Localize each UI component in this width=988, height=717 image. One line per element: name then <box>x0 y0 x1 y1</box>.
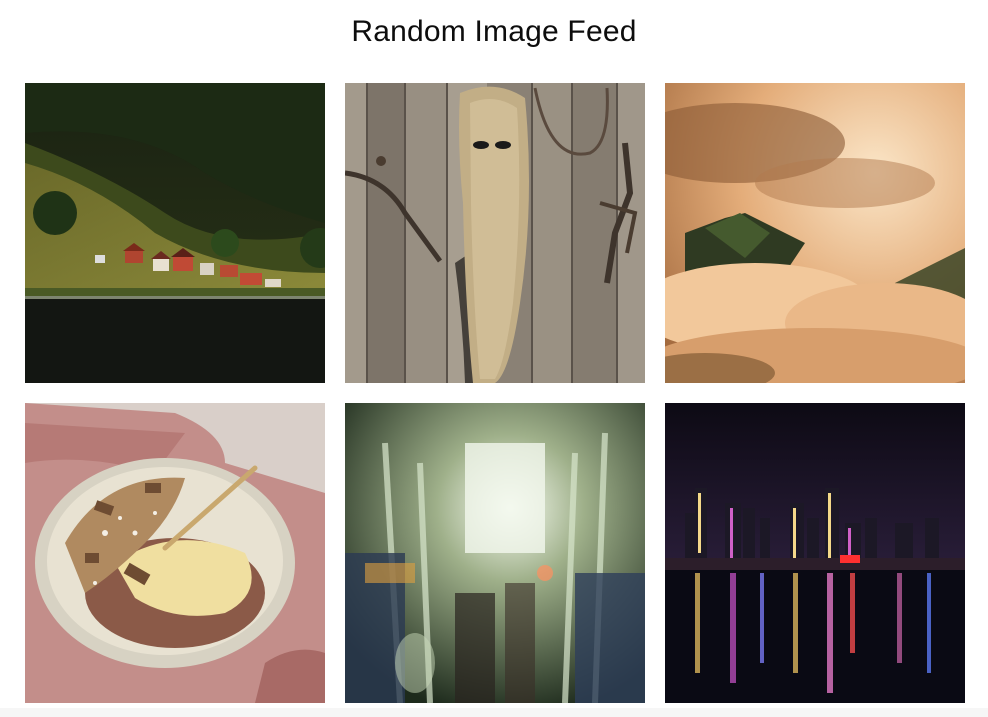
bottom-strip <box>0 708 988 717</box>
feed-image-clouds-mountain[interactable] <box>665 83 965 383</box>
feed-image-city-night[interactable] <box>665 403 965 703</box>
clouds-mountain-photo <box>665 83 965 383</box>
feed-image-wooden-door[interactable] <box>345 83 645 383</box>
city-night-photo <box>665 403 965 703</box>
feed-image-fjord-village[interactable] <box>25 83 325 383</box>
feed-image-granola-bowl[interactable] <box>25 403 325 703</box>
fjord-village-photo <box>25 83 325 383</box>
bus-interior-photo <box>345 403 645 703</box>
page-title: Random Image Feed <box>351 15 637 48</box>
wooden-door-photo <box>345 83 645 383</box>
granola-bowl-photo <box>25 403 325 703</box>
image-grid <box>25 83 965 703</box>
feed-image-bus-interior[interactable] <box>345 403 645 703</box>
